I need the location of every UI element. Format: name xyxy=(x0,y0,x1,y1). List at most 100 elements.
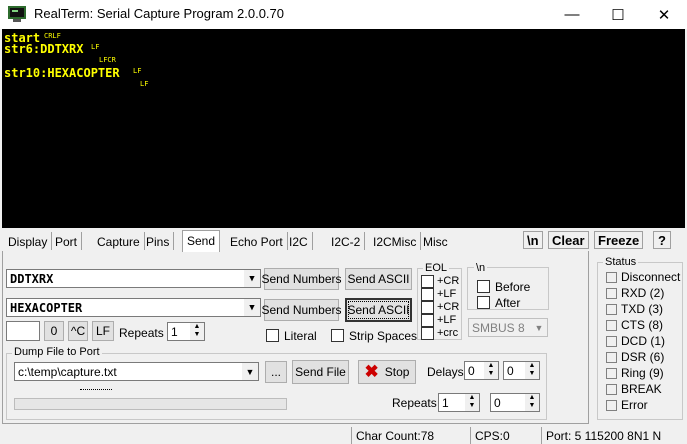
before-label: Before xyxy=(495,280,531,294)
spinner-arrows-icon[interactable]: ▲ ▼ xyxy=(465,394,479,411)
minimize-button[interactable]: — xyxy=(549,0,595,29)
status-indicator xyxy=(606,368,617,379)
strip-spaces-checkbox[interactable] xyxy=(331,329,344,342)
status-indicator xyxy=(606,304,617,315)
freeze-button[interactable]: Freeze xyxy=(594,231,644,249)
repeats-value: 1 xyxy=(171,325,178,339)
help-button[interactable]: ? xyxy=(653,231,671,249)
eol-cr-label-1: +CR xyxy=(437,275,460,287)
delay-stepper-1[interactable]: 0 ▲ ▼ xyxy=(464,361,499,380)
ctrl-c-button[interactable]: ^C xyxy=(68,321,88,341)
lf-button[interactable]: LF xyxy=(92,321,114,341)
after-label: After xyxy=(495,296,521,310)
stop-button[interactable]: ✖ Stop xyxy=(358,360,416,384)
status-indicator xyxy=(606,288,617,299)
dump-progress-bar xyxy=(14,398,287,410)
newline-group-title: \n xyxy=(474,262,488,274)
status-label: DSR (6) xyxy=(621,350,665,364)
spinner-arrows-icon[interactable]: ▲ ▼ xyxy=(190,323,204,340)
control-char: LFCR xyxy=(99,56,116,64)
zero-button[interactable]: 0 xyxy=(44,321,64,341)
dump-repeat-value-2: 0 xyxy=(494,396,501,410)
spinner-arrows-icon[interactable]: ▲ ▼ xyxy=(525,362,539,379)
tab-i2cmisc[interactable]: I2CMisc xyxy=(369,232,422,250)
eol-title: EOL xyxy=(423,262,450,274)
terminal-display[interactable]: start CRLF str6:DDTXRX LF LFCR str10:HEX… xyxy=(2,29,685,228)
eol-cr-checkbox-2[interactable] xyxy=(421,301,434,314)
send-ascii-button-2[interactable]: Send ASCII xyxy=(345,298,412,322)
tab-capture[interactable]: Capture xyxy=(93,232,145,250)
eol-lf-label-1: +LF xyxy=(437,288,457,300)
maximize-button[interactable]: ☐ xyxy=(595,0,641,29)
cps: CPS:0 xyxy=(470,427,540,444)
minimize-icon: — xyxy=(564,6,580,23)
chevron-down-icon[interactable]: ▼ xyxy=(531,319,547,336)
tab-display[interactable]: Display xyxy=(4,232,53,250)
terminal-line: str6:DDTXRX xyxy=(4,42,84,56)
status-indicator xyxy=(606,384,617,395)
send-numbers-button-1[interactable]: Send Numbers xyxy=(261,268,342,290)
status-label: RXD (2) xyxy=(621,286,665,300)
status-label: DCD (1) xyxy=(621,334,665,348)
send-line2-input[interactable]: HEXACOPTER ▼ xyxy=(6,298,261,317)
window-title: RealTerm: Serial Capture Program 2.0.0.7… xyxy=(34,6,285,21)
char-count: Char Count:78 xyxy=(351,427,469,444)
smbus-select[interactable]: SMBUS 8 ▼ xyxy=(468,318,548,337)
dump-file-title: Dump File to Port xyxy=(12,346,102,358)
status-title: Status xyxy=(603,256,639,268)
tab-i2c-2[interactable]: I2C-2 xyxy=(327,232,366,250)
app-icon xyxy=(8,6,26,22)
port-status: Port: 5 115200 8N1 N xyxy=(541,427,687,444)
spinner-arrows-icon[interactable]: ▲ ▼ xyxy=(484,362,498,379)
tab-misc[interactable]: Misc xyxy=(419,232,452,250)
send-line1-input[interactable]: DDTXRX ▼ xyxy=(6,269,261,288)
send-numbers-button-2[interactable]: Send Numbers xyxy=(261,299,342,321)
after-checkbox[interactable] xyxy=(477,296,490,309)
eol-lf-label-2: +LF xyxy=(437,314,457,326)
status-label: TXD (3) xyxy=(621,302,663,316)
send-line1-value: DDTXRX xyxy=(10,272,54,286)
tab-send[interactable]: Send xyxy=(182,230,221,252)
literal-checkbox[interactable] xyxy=(266,329,279,342)
chevron-down-icon[interactable]: ▼ xyxy=(244,270,260,287)
tab-echo-port[interactable]: Echo Port xyxy=(226,232,288,250)
status-indicator xyxy=(606,320,617,331)
delays-label: Delays xyxy=(427,365,464,379)
status-indicator xyxy=(606,352,617,363)
dump-repeats-stepper-2[interactable]: 0 ▲ ▼ xyxy=(490,393,540,412)
spinner-arrows-icon[interactable]: ▲ ▼ xyxy=(525,394,539,411)
eol-cr-checkbox-1[interactable] xyxy=(421,275,434,288)
dump-repeats-label: Repeats xyxy=(392,396,437,410)
status-indicator xyxy=(606,400,617,411)
dump-repeats-stepper-1[interactable]: 1 ▲ ▼ xyxy=(438,393,480,412)
repeats-stepper[interactable]: 1 ▲ ▼ xyxy=(167,322,205,341)
browse-button[interactable]: ... xyxy=(265,361,287,383)
smbus-value: SMBUS 8 xyxy=(472,321,525,335)
tab-pins[interactable]: Pins xyxy=(142,232,175,250)
eol-lf-checkbox-2[interactable] xyxy=(421,314,434,327)
chevron-down-icon[interactable]: ▼ xyxy=(244,299,260,316)
blank-input[interactable] xyxy=(6,321,40,341)
status-label: Error xyxy=(621,398,648,412)
eol-lf-checkbox-1[interactable] xyxy=(421,288,434,301)
newline-button[interactable]: \n xyxy=(523,231,543,249)
strip-spaces-label: Strip Spaces xyxy=(349,329,418,343)
control-char: LF xyxy=(133,67,142,75)
send-file-button[interactable]: Send File xyxy=(292,360,349,384)
before-checkbox[interactable] xyxy=(477,280,490,293)
status-label: BREAK xyxy=(621,382,662,396)
tab-i2c[interactable]: I2C xyxy=(285,232,313,250)
eol-crc-checkbox[interactable] xyxy=(421,327,434,340)
clear-button[interactable]: Clear xyxy=(548,231,589,249)
tab-port[interactable]: Port xyxy=(51,232,83,250)
eol-crc-label: +crc xyxy=(437,327,459,339)
chevron-down-icon[interactable]: ▼ xyxy=(242,363,258,380)
dump-file-input[interactable]: c:\temp\capture.txt ▼ xyxy=(14,362,259,381)
control-char: LF xyxy=(91,43,100,51)
delay-stepper-2[interactable]: 0 ▲ ▼ xyxy=(503,361,540,380)
delay-value-2: 0 xyxy=(507,364,514,378)
dump-repeat-value-1: 1 xyxy=(442,396,449,410)
close-button[interactable]: ✕ xyxy=(641,0,687,29)
maximize-icon: ☐ xyxy=(611,6,625,24)
send-ascii-button-1[interactable]: Send ASCII xyxy=(345,268,412,290)
